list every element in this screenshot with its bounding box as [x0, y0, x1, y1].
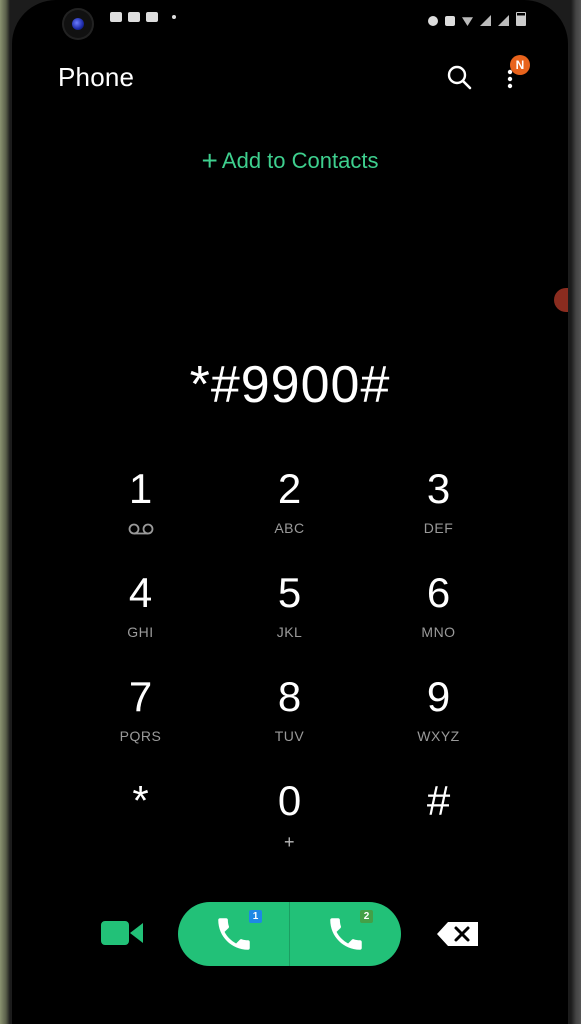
video-notification-icon — [110, 12, 122, 22]
backspace-icon[interactable] — [436, 920, 480, 948]
notification-badge: N — [510, 55, 530, 75]
call-sim1-button[interactable]: 1 — [178, 902, 289, 966]
dialpad: 1 2 ABC 3 DEF 4 GHI 5 JKL 6 MNO 7 PQRS 8… — [66, 462, 514, 878]
add-to-contacts-label: Add to Contacts — [221, 148, 379, 173]
search-icon[interactable] — [446, 64, 472, 90]
key-1[interactable]: 1 — [66, 462, 215, 566]
plus-icon: + — [201, 145, 218, 176]
app-notification-icon — [128, 12, 140, 22]
key-letters: TUV — [274, 728, 305, 744]
sim2-badge: 2 — [360, 910, 373, 923]
key-6[interactable]: 6 MNO — [364, 566, 513, 670]
signal-sim1-icon — [480, 15, 491, 26]
key-letters: JKL — [276, 624, 303, 640]
call-sim2-button[interactable]: 2 — [289, 902, 401, 966]
key-star[interactable]: * — [66, 774, 215, 878]
key-digit: 0 — [277, 777, 302, 824]
key-digit: 9 — [426, 673, 451, 720]
call-buttons: 1 2 — [178, 902, 401, 966]
key-digit: 6 — [426, 569, 451, 616]
key-letters: DEF — [423, 520, 454, 536]
key-digit: 8 — [277, 673, 302, 720]
key-2[interactable]: 2 ABC — [215, 462, 364, 566]
key-digit: 4 — [128, 569, 153, 616]
key-letters: PQRS — [119, 728, 162, 744]
mute-icon — [445, 16, 455, 26]
front-camera — [64, 10, 92, 38]
key-0[interactable]: 0 + — [215, 774, 364, 878]
key-letters: ABC — [274, 520, 305, 536]
video-call-icon[interactable] — [100, 918, 144, 948]
key-letters: MNO — [421, 624, 456, 640]
dialed-number[interactable]: *#9900# — [12, 355, 568, 415]
sim1-badge: 1 — [249, 910, 262, 923]
key-digit: 2 — [277, 465, 302, 512]
voicemail-icon — [128, 523, 153, 535]
alarm-icon — [428, 16, 438, 26]
gallery-notification-icon — [146, 12, 158, 22]
key-3[interactable]: 3 DEF — [364, 462, 513, 566]
key-letters: WXYZ — [417, 728, 460, 744]
key-digit: 3 — [426, 465, 451, 512]
key-7[interactable]: 7 PQRS — [66, 670, 215, 774]
more-notifications-icon — [172, 15, 176, 19]
status-bar — [12, 6, 568, 38]
key-digit: 7 — [128, 673, 153, 720]
screen: Phone N + Add to Contacts *#9900# 1 2 ABC… — [12, 0, 568, 1024]
key-5[interactable]: 5 JKL — [215, 566, 364, 670]
key-digit: * — [132, 777, 149, 824]
key-8[interactable]: 8 TUV — [215, 670, 364, 774]
battery-icon — [516, 12, 526, 26]
key-letters: GHI — [127, 624, 154, 640]
status-icons-right — [428, 12, 526, 26]
key-4[interactable]: 4 GHI — [66, 566, 215, 670]
edge-panel-handle[interactable] — [554, 288, 568, 312]
key-digit: 5 — [277, 569, 302, 616]
add-to-contacts-button[interactable]: + Add to Contacts — [12, 145, 568, 177]
status-icons-left — [110, 12, 176, 22]
key-digit: # — [426, 777, 451, 824]
key-9[interactable]: 9 WXYZ — [364, 670, 513, 774]
key-letters: + — [283, 832, 295, 852]
key-hash[interactable]: # — [364, 774, 513, 878]
page-title: Phone — [58, 62, 135, 92]
key-digit: 1 — [128, 465, 153, 512]
wifi-icon — [462, 17, 473, 26]
signal-sim2-icon — [498, 15, 509, 26]
